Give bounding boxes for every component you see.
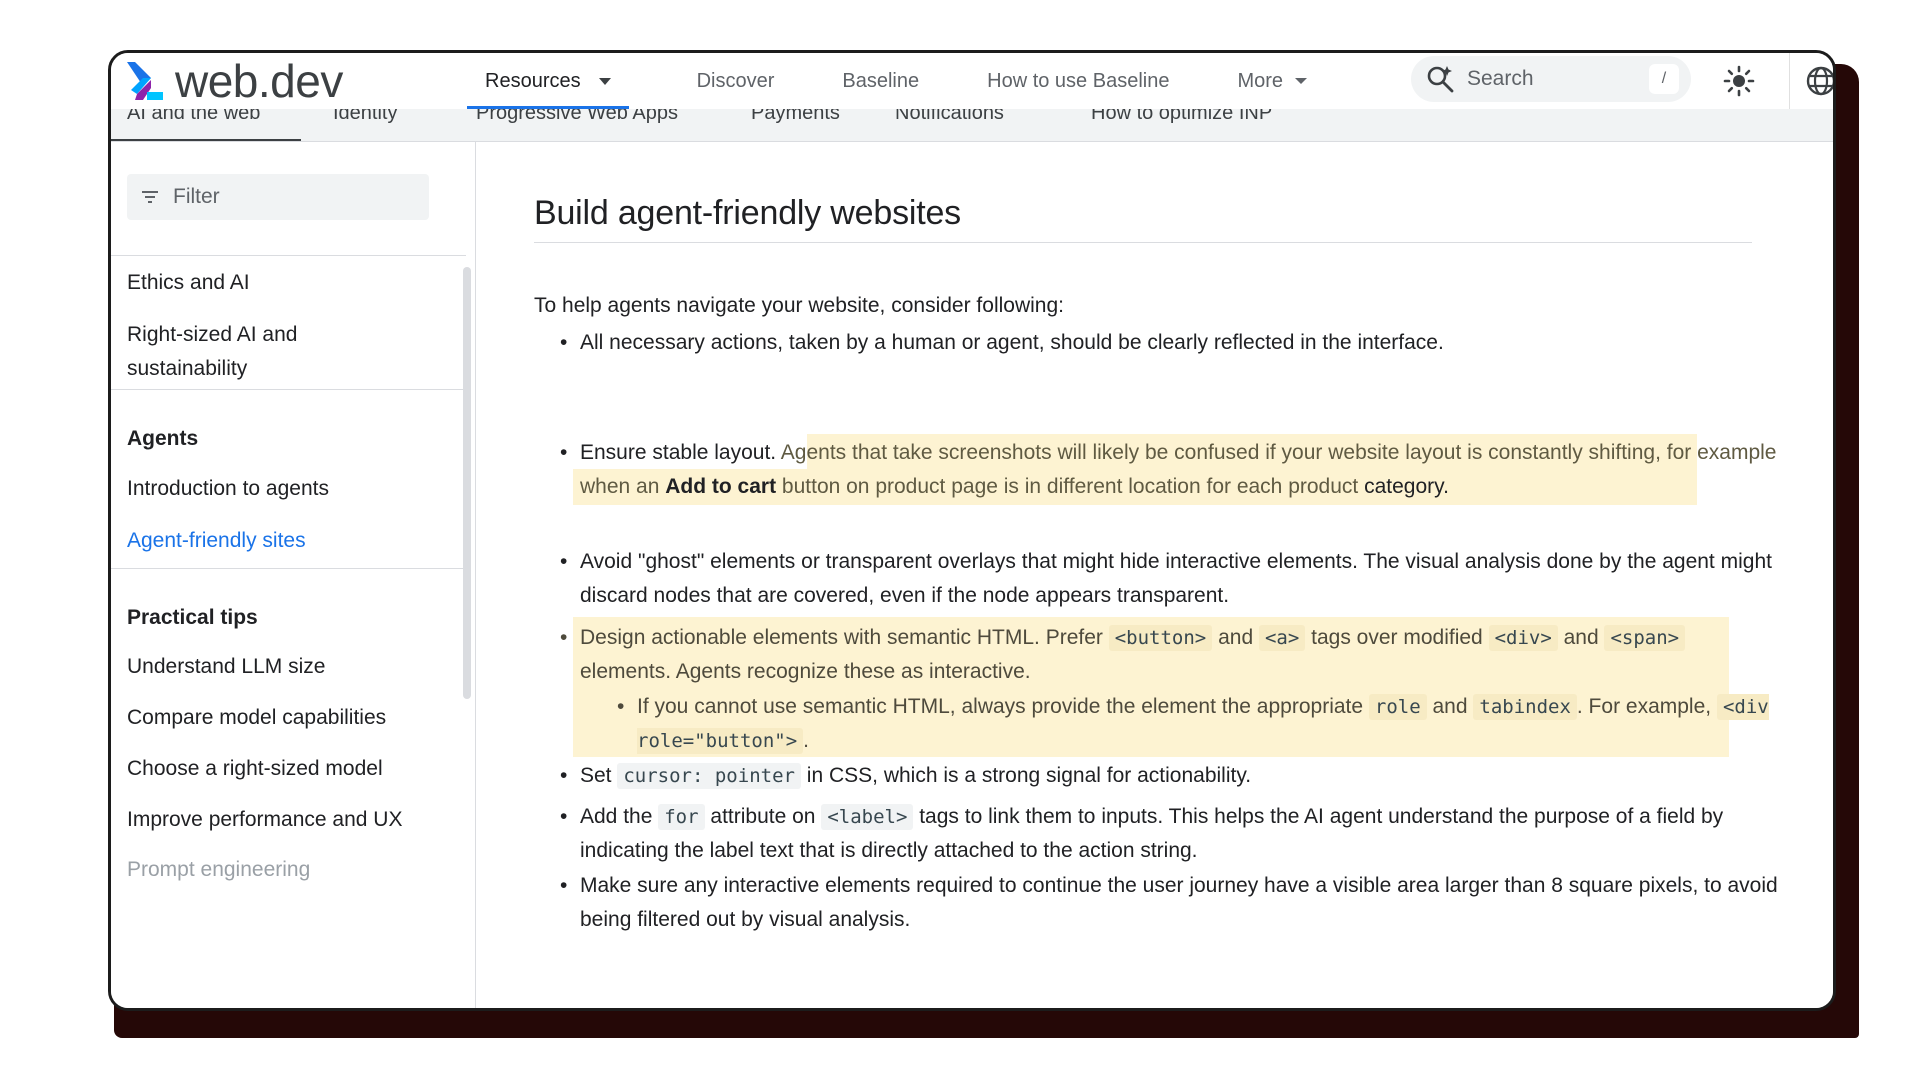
filter-input[interactable]: Filter bbox=[127, 174, 429, 220]
nav-how-to-use-baseline[interactable]: How to use Baseline bbox=[953, 53, 1203, 109]
search-placeholder: Search bbox=[1467, 67, 1534, 90]
bullet-text: . bbox=[803, 729, 809, 752]
bullet-text: All necessary actions, taken by a human … bbox=[580, 331, 1444, 354]
nav-discover[interactable]: Discover bbox=[645, 53, 809, 109]
list-item: Set cursor: pointer in CSS, which is a s… bbox=[560, 759, 1780, 793]
intro-text: To help agents navigate your website, co… bbox=[534, 294, 1064, 317]
subtab-progressive-web-apps[interactable]: Progressive Web Apps bbox=[476, 109, 678, 125]
main-content: Build agent-friendly websites To help ag… bbox=[477, 142, 1833, 1008]
inline-code: <a> bbox=[1258, 625, 1306, 651]
bullet-text: category. bbox=[1358, 475, 1449, 498]
bullet-text: Make sure any interactive elements requi… bbox=[580, 874, 1778, 931]
sidebar-scrollbar[interactable] bbox=[463, 267, 471, 699]
nav-more[interactable]: More bbox=[1203, 53, 1341, 109]
bullet-text: and bbox=[1557, 626, 1605, 649]
bullet-text: Set bbox=[580, 764, 618, 787]
sun-icon bbox=[1723, 65, 1755, 97]
bullet-text: Add the bbox=[580, 805, 659, 828]
bullet-text: . For example, bbox=[1576, 695, 1717, 718]
sidebar-item-right-sized-ai[interactable]: Right-sized AI and sustainability bbox=[127, 318, 347, 386]
sidebar-item-choose-right-sized-model[interactable]: Choose a right-sized model bbox=[127, 752, 427, 786]
nav-discover-label: Discover bbox=[696, 69, 775, 92]
theme-toggle-button[interactable] bbox=[1719, 61, 1759, 101]
bullet-text: and bbox=[1212, 626, 1259, 649]
list-item: Ensure stable layout. Agents that take s… bbox=[560, 436, 1780, 504]
bullet-text: Ensure stable layout. bbox=[580, 441, 781, 464]
logo-text: web.dev bbox=[175, 55, 343, 107]
chevron-down-icon bbox=[1295, 78, 1308, 84]
inline-code: tabindex bbox=[1473, 694, 1577, 720]
subtab-identity[interactable]: Identity bbox=[333, 109, 397, 125]
sidebar-item-compare-model-capabilities[interactable]: Compare model capabilities bbox=[127, 701, 427, 735]
browser-window: web.dev Resources Discover Baseline How … bbox=[108, 50, 1836, 1011]
webdev-logo-icon bbox=[127, 62, 163, 100]
chevron-down-icon bbox=[598, 77, 611, 85]
site-logo[interactable]: web.dev bbox=[125, 57, 343, 105]
site-header: web.dev Resources Discover Baseline How … bbox=[111, 53, 1833, 109]
inline-code: for bbox=[658, 804, 705, 830]
filter-placeholder: Filter bbox=[173, 185, 220, 208]
inline-code: <button> bbox=[1108, 625, 1213, 651]
sidebar-divider bbox=[111, 255, 466, 256]
inline-code: <label> bbox=[821, 804, 914, 830]
nav-baseline[interactable]: Baseline bbox=[808, 53, 953, 109]
nav-baseline-label: Baseline bbox=[842, 69, 920, 92]
list-item: Avoid "ghost" elements or transparent ov… bbox=[560, 545, 1780, 613]
sidebar-divider bbox=[111, 568, 466, 569]
nav-resources[interactable]: Resources bbox=[451, 53, 645, 109]
language-button[interactable] bbox=[1801, 61, 1833, 101]
sidebar-item-prompt-engineering[interactable]: Prompt engineering bbox=[127, 853, 427, 887]
bullet-text: attribute on bbox=[704, 805, 822, 828]
page-heading: Build agent-friendly websites bbox=[534, 194, 961, 232]
sidebar: Filter Ethics and AI Right-sized AI and … bbox=[111, 142, 476, 1008]
bullet-text: If you cannot use semantic HTML, always … bbox=[637, 695, 1369, 718]
list-item: All necessary actions, taken by a human … bbox=[560, 326, 1780, 360]
bullet-text: elements. Agents recognize these as inte… bbox=[580, 660, 1031, 683]
subtab-how-to-optimize-inp[interactable]: How to optimize INP bbox=[1091, 109, 1272, 125]
search-icon bbox=[1427, 66, 1454, 93]
sidebar-item-agent-friendly-sites[interactable]: Agent-friendly sites bbox=[127, 524, 427, 558]
inline-code: cursor: pointer bbox=[617, 763, 801, 789]
nav-resources-label: Resources bbox=[485, 69, 581, 92]
sidebar-item-introduction-to-agents[interactable]: Introduction to agents bbox=[127, 472, 427, 506]
subtab-notifications[interactable]: Notifications bbox=[895, 109, 1004, 125]
bullet-text: and bbox=[1426, 695, 1474, 718]
list-item: Design actionable elements with semantic… bbox=[560, 621, 1780, 689]
heading-rule bbox=[534, 242, 1752, 243]
globe-icon bbox=[1806, 66, 1833, 96]
nav-how-to-use-baseline-label: How to use Baseline bbox=[987, 69, 1170, 92]
filter-icon bbox=[142, 191, 158, 203]
section-tabs: AI and the web Identity Progressive Web … bbox=[111, 109, 1833, 142]
search-shortcut-key: / bbox=[1649, 64, 1679, 94]
inline-code: role bbox=[1368, 694, 1427, 720]
nested-list-item: If you cannot use semantic HTML, always … bbox=[617, 690, 1777, 758]
sidebar-item-understand-llm-size[interactable]: Understand LLM size bbox=[127, 650, 427, 684]
subtab-payments[interactable]: Payments bbox=[751, 109, 840, 125]
sidebar-heading-agents: Agents bbox=[127, 427, 199, 450]
nav-more-label: More bbox=[1237, 69, 1284, 92]
sidebar-item-ethics-and-ai[interactable]: Ethics and AI bbox=[127, 266, 427, 300]
sidebar-divider bbox=[111, 389, 466, 390]
inline-code: <span> bbox=[1604, 625, 1686, 651]
top-nav: Resources Discover Baseline How to use B… bbox=[451, 53, 1341, 109]
subtab-ai-and-the-web[interactable]: AI and the web bbox=[127, 109, 260, 125]
bullet-text: Avoid "ghost" elements or transparent ov… bbox=[580, 550, 1772, 607]
inline-code: <div> bbox=[1488, 625, 1558, 651]
bullet-text: tags over modified bbox=[1305, 626, 1489, 649]
list-item: Make sure any interactive elements requi… bbox=[560, 869, 1780, 937]
sidebar-item-improve-performance-and-ux[interactable]: Improve performance and UX bbox=[127, 803, 427, 837]
header-divider bbox=[1789, 53, 1790, 109]
bullet-text: Design actionable elements with semantic… bbox=[580, 626, 1109, 649]
bold-text: Add to cart bbox=[665, 475, 777, 498]
sidebar-heading-practical-tips: Practical tips bbox=[127, 606, 258, 629]
highlighted-text: button on product page is in different l… bbox=[776, 475, 1359, 498]
list-item: Add the for attribute on <label> tags to… bbox=[560, 800, 1780, 868]
subtab-active-indicator bbox=[111, 139, 301, 141]
search-input[interactable]: Search / bbox=[1411, 56, 1691, 102]
bullet-text: in CSS, which is a strong signal for act… bbox=[800, 764, 1252, 787]
